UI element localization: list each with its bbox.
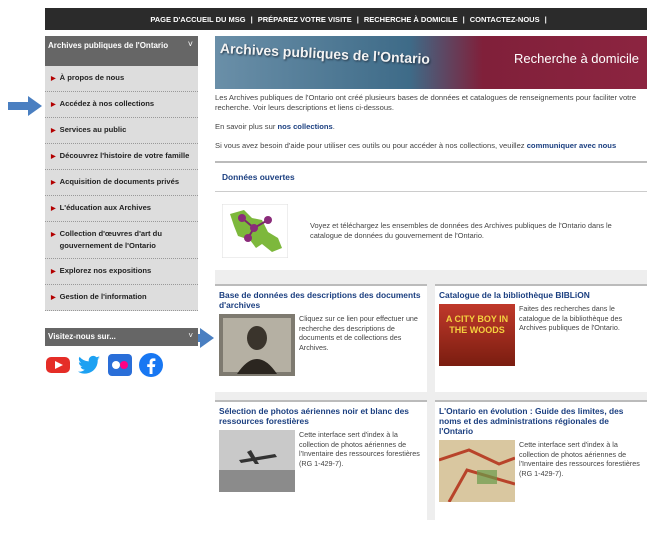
sidebar-item-label: Découvrez l'histoire de votre famille	[59, 151, 190, 160]
sidebar-item-private-acquisition[interactable]: ▶ Acquisition de documents privés	[45, 170, 198, 196]
sidebar-item-education[interactable]: ▶ L'éducation aux Archives	[45, 196, 198, 222]
nav-home-research-link[interactable]: RECHERCHE À DOMICILE	[359, 15, 463, 24]
triangle-right-icon: ▶	[51, 269, 56, 275]
sidebar-item-label: L'éducation aux Archives	[59, 203, 152, 212]
sidebar-item-information-management[interactable]: ▶ Gestion de l'information	[45, 285, 198, 311]
sidebar-menu: ▶ À propos de nous ▶ Accédez à nos collect…	[45, 66, 198, 311]
nav-separator: |	[544, 14, 547, 24]
collections-suffix: .	[332, 122, 335, 131]
triangle-right-icon: ▶	[51, 128, 56, 134]
sidebar-item-art-collection[interactable]: ▶ Collection d'œuvres d'art du gouverneme…	[45, 222, 198, 259]
open-data-body: Voyez et téléchargez les ensembles de do…	[215, 192, 647, 270]
sidebar-item-exhibitions[interactable]: ▶ Explorez nos expositions	[45, 259, 198, 285]
card-title[interactable]: L'Ontario en évolution : Guide des limit…	[439, 406, 643, 436]
sidebar-item-label: Explorez nos expositions	[59, 266, 152, 275]
card-description: Faites des recherches dans le catalogue …	[519, 304, 623, 332]
sidebar-item-label: Collection d'œuvres d'art du gouvernemen…	[59, 229, 162, 250]
sidebar-item-label: Acquisition de documents privés	[59, 177, 180, 186]
triangle-right-icon: ▶	[51, 295, 56, 301]
help-prefix: Si vous avez besoin d'aide pour utiliser…	[215, 141, 527, 150]
facebook-icon[interactable]	[138, 352, 164, 378]
contact-link[interactable]: communiquer avec nous	[527, 141, 616, 150]
airplane-photo-thumbnail[interactable]	[219, 430, 295, 492]
card-description: Cette interface sert d'index à la collec…	[519, 440, 640, 478]
sidebar-item-label: À propos de nous	[59, 73, 125, 82]
help-paragraph: Si vous avez besoin d'aide pour utiliser…	[215, 141, 647, 151]
open-data-description: Voyez et téléchargez les ensembles de do…	[310, 221, 612, 240]
triangle-right-icon: ▶	[51, 76, 56, 82]
triangle-right-icon: ▶	[51, 102, 56, 108]
ontario-map-icon[interactable]	[222, 204, 288, 258]
nav-contact-link[interactable]: CONTACTEZ-NOUS	[465, 15, 545, 24]
database-cards-row-2: Sélection de photos aériennes noir et bl…	[215, 392, 647, 520]
nav-home-link[interactable]: PAGE D'ACCUEIL DU MSG	[145, 15, 250, 24]
open-data-section: Données ouvertes Voyez et téléchargez le…	[215, 161, 647, 270]
card-biblion-catalogue[interactable]: Catalogue de la bibliothèque BIBLiON A C…	[435, 284, 647, 392]
card-archives-descriptions[interactable]: Base de données des descriptions des doc…	[215, 284, 427, 392]
intro-text: Les Archives publiques de l'Ontario ont …	[215, 93, 647, 151]
sidebar: Archives publiques de l'Ontario ˅ ▶ À pro…	[45, 36, 198, 378]
collections-paragraph: En savoir plus sur nos collections.	[215, 122, 647, 132]
flickr-icon[interactable]	[107, 352, 133, 378]
card-ontario-evolution[interactable]: L'Ontario en évolution : Guide des limit…	[435, 400, 647, 520]
social-links	[45, 352, 198, 378]
sidebar-item-about[interactable]: ▶ À propos de nous	[45, 66, 198, 92]
sidebar-item-collections[interactable]: ▶ Accédez à nos collections	[45, 92, 198, 118]
triangle-right-icon: ▶	[51, 206, 56, 212]
pointer-arrow-icon	[8, 96, 42, 116]
twitter-icon[interactable]	[76, 352, 102, 378]
page-banner: Archives publiques de l'Ontario Recherch…	[215, 36, 647, 89]
triangle-right-icon: ▶	[51, 232, 56, 238]
banner-building-sign: Archives publiques de l'Ontario	[219, 40, 431, 67]
book-cover-title: A CITY BOY IN THE WOODS	[445, 314, 509, 335]
card-description: Cette interface sert d'index à la collec…	[299, 430, 420, 468]
youtube-icon[interactable]	[45, 352, 71, 378]
chevron-down-icon[interactable]: ˅	[188, 331, 193, 340]
sidebar-item-family-history[interactable]: ▶ Découvrez l'histoire de votre famille	[45, 144, 198, 170]
collections-link[interactable]: nos collections	[277, 122, 332, 131]
card-title[interactable]: Base de données des descriptions des doc…	[219, 290, 423, 310]
sidebar-item-label: Accédez à nos collections	[59, 99, 155, 108]
visit-us-header[interactable]: Visitez-nous sur... ˅	[45, 328, 198, 346]
card-aerial-photos[interactable]: Sélection de photos aériennes noir et bl…	[215, 400, 427, 520]
card-title[interactable]: Sélection de photos aériennes noir et bl…	[219, 406, 423, 426]
page-title: Recherche à domicile	[513, 51, 639, 66]
sidebar-item-services[interactable]: ▶ Services au public	[45, 118, 198, 144]
sidebar-header[interactable]: Archives publiques de l'Ontario ˅	[45, 36, 198, 66]
collections-prefix: En savoir plus sur	[215, 122, 278, 131]
nav-prepare-visit-link[interactable]: PRÉPAREZ VOTRE VISITE	[253, 15, 357, 24]
book-cover-thumbnail[interactable]: A CITY BOY IN THE WOODS	[439, 304, 515, 366]
database-cards-row-1: Base de données des descriptions des doc…	[215, 284, 647, 392]
divider-strip	[215, 270, 647, 284]
sidebar-item-label: Services au public	[59, 125, 127, 134]
intro-paragraph: Les Archives publiques de l'Ontario ont …	[215, 93, 637, 112]
historical-map-thumbnail[interactable]	[439, 440, 515, 502]
main-content: Archives publiques de l'Ontario Recherch…	[215, 36, 647, 520]
open-data-title[interactable]: Données ouvertes	[215, 163, 647, 192]
sidebar-title: Archives publiques de l'Ontario	[48, 41, 169, 50]
card-title[interactable]: Catalogue de la bibliothèque BIBLiON	[439, 290, 643, 300]
triangle-right-icon: ▶	[51, 180, 56, 186]
triangle-right-icon: ▶	[51, 154, 56, 160]
card-description: Cliquez sur ce lien pour effectuer une r…	[299, 314, 418, 352]
sidebar-item-label: Gestion de l'information	[59, 292, 147, 301]
portrait-photo-thumbnail[interactable]	[219, 314, 295, 376]
visit-us-title: Visitez-nous sur...	[48, 332, 116, 341]
chevron-down-icon[interactable]: ˅	[188, 39, 193, 50]
top-navigation: PAGE D'ACCUEIL DU MSG | PRÉPAREZ VOTRE V…	[45, 8, 647, 30]
